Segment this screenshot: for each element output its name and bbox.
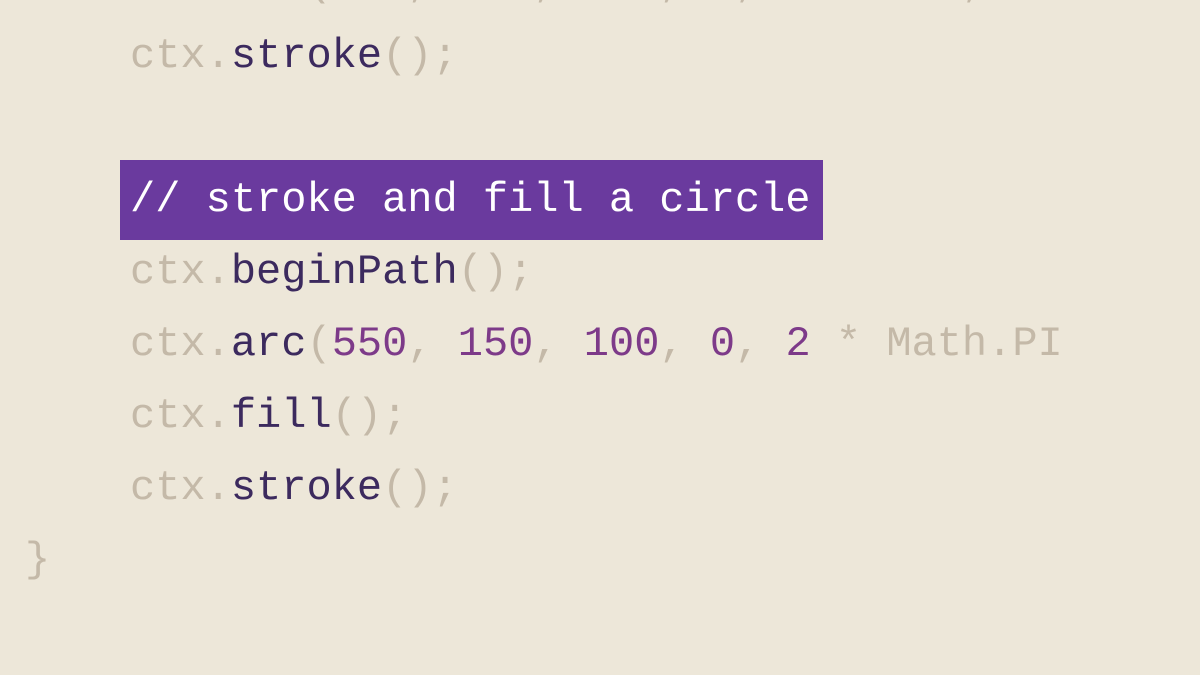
code-line: ctx.stroke();	[130, 452, 1200, 524]
token-method: stroke	[231, 464, 382, 512]
token-number: 100	[584, 320, 660, 368]
token-comma: ,	[659, 0, 709, 8]
token-identifier: tr	[1012, 0, 1062, 8]
token-paren: (	[306, 320, 331, 368]
token-comma: ,	[659, 320, 709, 368]
blank-line	[130, 92, 1200, 164]
token-dot: .	[206, 464, 231, 512]
token-paren: (	[458, 248, 483, 296]
token-method: beginPath	[231, 248, 458, 296]
token-object: ctx	[130, 392, 206, 440]
token-number: 150	[458, 0, 534, 8]
code-line: }	[25, 524, 1200, 596]
token-comma: ,	[735, 320, 785, 368]
token-object: ctx	[130, 0, 206, 8]
code-line: ctx.fill();	[130, 380, 1200, 452]
token-operator: *	[811, 320, 887, 368]
token-paren: (	[306, 0, 331, 8]
token-dot: .	[206, 320, 231, 368]
code-line: ctx.arc(300, 150, 100, 0, Math.PI, tr	[130, 0, 1200, 20]
token-object: ctx	[130, 248, 206, 296]
token-comma: ,	[533, 0, 583, 8]
token-comma: ,	[533, 320, 583, 368]
code-line: ctx.arc(550, 150, 100, 0, 2 * Math.PI	[130, 308, 1200, 380]
token-dot: .	[206, 248, 231, 296]
token-object: ctx	[130, 320, 206, 368]
token-semicolon: ;	[382, 392, 407, 440]
token-semicolon: ;	[433, 32, 458, 80]
token-paren: )	[357, 392, 382, 440]
token-semicolon: ;	[433, 464, 458, 512]
token-paren: (	[382, 464, 407, 512]
token-number: 300	[332, 0, 408, 8]
token-identifier: Math.PI	[886, 320, 1062, 368]
token-semicolon: ;	[508, 248, 533, 296]
token-dot: .	[206, 32, 231, 80]
token-paren: )	[407, 32, 432, 80]
token-paren: (	[382, 32, 407, 80]
token-method: stroke	[231, 32, 382, 80]
token-identifier: Math.PI	[785, 0, 961, 8]
token-method: fill	[231, 392, 332, 440]
token-dot: .	[206, 392, 231, 440]
token-number: 150	[458, 320, 534, 368]
code-line: ctx.stroke();	[130, 20, 1200, 92]
token-comma: ,	[407, 320, 457, 368]
token-object: ctx	[130, 464, 206, 512]
highlighted-comment: // stroke and fill a circle	[120, 160, 823, 240]
token-number: 0	[710, 320, 735, 368]
token-paren: )	[483, 248, 508, 296]
token-number: 0	[710, 0, 735, 8]
token-method: arc	[231, 0, 307, 8]
token-object: ctx	[130, 32, 206, 80]
code-line: ctx.beginPath();	[130, 236, 1200, 308]
token-brace: }	[25, 524, 50, 596]
token-number: 550	[332, 320, 408, 368]
token-comma: ,	[735, 0, 785, 8]
token-comma: ,	[407, 0, 457, 8]
token-paren: )	[407, 464, 432, 512]
token-method: arc	[231, 320, 307, 368]
token-number: 2	[785, 320, 810, 368]
token-dot: .	[206, 0, 231, 8]
token-paren: (	[332, 392, 357, 440]
code-line-highlighted: // stroke and fill a circle	[130, 164, 1200, 236]
token-comma: ,	[962, 0, 1012, 8]
code-editor: ctx.arc(300, 150, 100, 0, Math.PI, tr ct…	[0, 0, 1200, 596]
token-number: 100	[584, 0, 660, 8]
